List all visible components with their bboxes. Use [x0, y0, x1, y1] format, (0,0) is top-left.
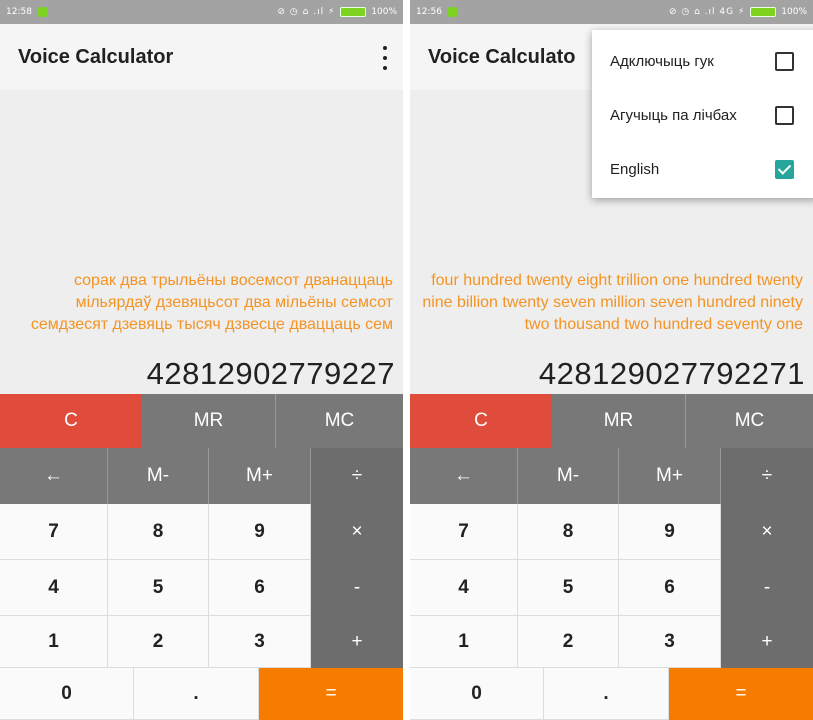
- digit-9-button[interactable]: 9: [209, 504, 311, 560]
- digit-2-button[interactable]: 2: [108, 616, 209, 668]
- plus-button[interactable]: +: [721, 616, 813, 668]
- multiply-button[interactable]: ×: [311, 504, 403, 560]
- checkbox-icon[interactable]: [775, 51, 794, 71]
- memory-recall-button[interactable]: MR: [142, 394, 276, 448]
- plus-button[interactable]: +: [311, 616, 403, 668]
- memory-recall-button[interactable]: MR: [552, 394, 686, 448]
- digit-6-button[interactable]: 6: [619, 560, 721, 616]
- memory-plus-button[interactable]: M+: [209, 448, 311, 504]
- digit-8-button[interactable]: 8: [108, 504, 209, 560]
- status-time: 12:58: [6, 7, 32, 17]
- notification-icon: [37, 7, 47, 17]
- notification-icon: [447, 7, 457, 17]
- equals-button[interactable]: =: [259, 668, 403, 720]
- calculator-screen-right: 12:56 ⊘ ◷ ⌂ .ıl 4G ⚡ 100% Voice Calculat…: [410, 0, 813, 720]
- keypad: C MR MC ← M- M+ ÷ 7 8 9 × 4 5 6 - 1 2 3 …: [0, 394, 403, 720]
- result-number: 42812902779227: [146, 356, 395, 391]
- minus-button[interactable]: -: [721, 560, 813, 616]
- memory-plus-button[interactable]: M+: [619, 448, 721, 504]
- status-icons: ⊘ ◷ ⌂ .ıl 4G ⚡: [668, 7, 746, 17]
- memory-minus-button[interactable]: M-: [518, 448, 619, 504]
- status-time: 12:56: [416, 7, 442, 17]
- app-bar: Voice Calculator: [0, 24, 403, 90]
- digit-3-button[interactable]: 3: [619, 616, 721, 668]
- status-bar: 12:58 ⊘ ◷ ⌂ .ıl ⚡ 100%: [0, 0, 403, 24]
- digit-0-button[interactable]: 0: [410, 668, 544, 720]
- digit-1-button[interactable]: 1: [0, 616, 108, 668]
- multiply-button[interactable]: ×: [721, 504, 813, 560]
- battery-percent: 100%: [371, 7, 397, 17]
- menu-item-english[interactable]: English: [592, 142, 813, 196]
- digit-3-button[interactable]: 3: [209, 616, 311, 668]
- battery-icon: [340, 7, 367, 17]
- app-title: Voice Calculator: [18, 45, 174, 68]
- number-in-words: four hundred twenty eight trillion one h…: [422, 272, 803, 333]
- equals-button[interactable]: =: [669, 668, 813, 720]
- status-icons-group: ⊘ ◷ ⌂ .ıl ⚡ 100%: [278, 7, 397, 17]
- menu-item-label: English: [610, 160, 660, 178]
- menu-item-label: Агучыць па лічбах: [610, 106, 737, 124]
- status-icons: ⊘ ◷ ⌂ .ıl ⚡: [277, 7, 336, 17]
- result-number: 428129027792271: [538, 356, 805, 391]
- keypad: C MR MC ← M- M+ ÷ 7 8 9 × 4 5 6 - 1 2 3 …: [410, 394, 813, 720]
- number-in-words: сорак два трыльёны восемсот дванаццаць м…: [30, 272, 393, 333]
- overflow-menu: Адключыць гук Агучыць па лічбах English: [592, 30, 813, 198]
- digit-1-button[interactable]: 1: [410, 616, 518, 668]
- digit-2-button[interactable]: 2: [518, 616, 619, 668]
- memory-minus-button[interactable]: M-: [108, 448, 209, 504]
- overflow-menu-icon[interactable]: [381, 46, 389, 70]
- digit-7-button[interactable]: 7: [410, 504, 518, 560]
- battery-icon: [750, 7, 777, 17]
- battery-percent: 100%: [781, 7, 807, 17]
- digit-0-button[interactable]: 0: [0, 668, 134, 720]
- app-title: Voice Calculato: [428, 45, 576, 68]
- digit-5-button[interactable]: 5: [518, 560, 619, 616]
- minus-button[interactable]: -: [311, 560, 403, 616]
- menu-item-mute[interactable]: Адключыць гук: [592, 34, 813, 88]
- backspace-button[interactable]: ←: [0, 448, 108, 504]
- memory-clear-button[interactable]: MC: [686, 394, 813, 448]
- digit-4-button[interactable]: 4: [0, 560, 108, 616]
- clear-button[interactable]: C: [0, 394, 142, 448]
- checkbox-icon[interactable]: [775, 105, 794, 125]
- digit-8-button[interactable]: 8: [518, 504, 619, 560]
- digit-4-button[interactable]: 4: [410, 560, 518, 616]
- digit-7-button[interactable]: 7: [0, 504, 108, 560]
- memory-clear-button[interactable]: MC: [276, 394, 403, 448]
- digit-6-button[interactable]: 6: [209, 560, 311, 616]
- menu-item-read-digits[interactable]: Агучыць па лічбах: [592, 88, 813, 142]
- calculator-display: сорак два трыльёны восемсот дванаццаць м…: [0, 90, 403, 394]
- clear-button[interactable]: C: [410, 394, 552, 448]
- divide-button[interactable]: ÷: [721, 448, 813, 504]
- status-icons-group: ⊘ ◷ ⌂ .ıl 4G ⚡ 100%: [669, 7, 807, 17]
- checkbox-checked-icon[interactable]: [775, 159, 794, 179]
- decimal-point-button[interactable]: .: [544, 668, 669, 720]
- decimal-point-button[interactable]: .: [134, 668, 259, 720]
- divide-button[interactable]: ÷: [311, 448, 403, 504]
- status-bar: 12:56 ⊘ ◷ ⌂ .ıl 4G ⚡ 100%: [410, 0, 813, 24]
- digit-5-button[interactable]: 5: [108, 560, 209, 616]
- menu-item-label: Адключыць гук: [610, 52, 714, 70]
- backspace-button[interactable]: ←: [410, 448, 518, 504]
- calculator-screen-left: 12:58 ⊘ ◷ ⌂ .ıl ⚡ 100% Voice Calculator …: [0, 0, 403, 720]
- digit-9-button[interactable]: 9: [619, 504, 721, 560]
